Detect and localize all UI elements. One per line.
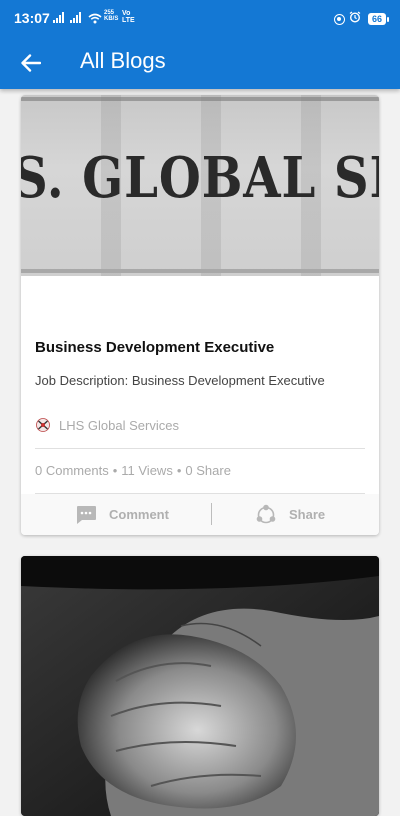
app-bar: All Blogs	[0, 36, 400, 89]
banner-text: S. GLOBAL SERV	[21, 145, 379, 211]
data-saver-icon	[333, 13, 345, 25]
stats-separator: •	[176, 463, 182, 478]
page-title: All Blogs	[80, 48, 166, 73]
share-label: Share	[289, 507, 326, 522]
blog-title[interactable]: Business Development Executive	[35, 339, 274, 356]
signal-2-icon	[70, 12, 81, 23]
status-right: 66	[333, 10, 390, 28]
status-bar: 13:07 255 KB/S Vo LTE 66	[0, 0, 400, 36]
blog-description: Job Description: Business Development Ex…	[35, 373, 325, 388]
blog-photo	[21, 556, 379, 816]
status-time: 13:07	[14, 10, 50, 26]
action-separator	[211, 503, 212, 525]
share-count: 0 Share	[185, 463, 231, 478]
signal-1-icon	[53, 12, 64, 23]
comment-label: Comment	[109, 507, 169, 522]
share-button[interactable]: Share	[255, 494, 325, 535]
comment-icon	[77, 505, 96, 524]
divider	[35, 448, 365, 449]
volte-indicator: Vo LTE	[122, 10, 135, 24]
back-button[interactable]	[14, 46, 48, 80]
battery-indicator: 66	[367, 13, 390, 25]
blog-banner-image: S. GLOBAL SERV	[21, 95, 379, 276]
author-logo-icon	[36, 418, 50, 432]
wifi-icon	[88, 11, 102, 29]
blog-card[interactable]	[21, 556, 379, 816]
arrow-left-icon	[21, 54, 41, 72]
comments-count: 0 Comments	[35, 463, 109, 478]
blog-actions: Comment Share	[21, 494, 379, 535]
hands-photo-image	[21, 556, 379, 816]
blog-author[interactable]: LHS Global Services	[35, 417, 179, 433]
top-bar: 13:07 255 KB/S Vo LTE 66 All Blogs	[0, 0, 400, 89]
author-name: LHS Global Services	[59, 417, 179, 433]
blog-stats: 0 Comments • 11 Views • 0 Share	[35, 463, 231, 478]
alarm-icon	[349, 10, 361, 28]
stats-separator: •	[112, 463, 118, 478]
net-speed: 255 KB/S	[104, 10, 119, 22]
share-icon	[256, 504, 276, 523]
comment-button[interactable]: Comment	[75, 494, 169, 535]
views-count: 11 Views	[121, 463, 173, 478]
blog-card[interactable]: S. GLOBAL SERV Business Development Exec…	[21, 95, 379, 535]
